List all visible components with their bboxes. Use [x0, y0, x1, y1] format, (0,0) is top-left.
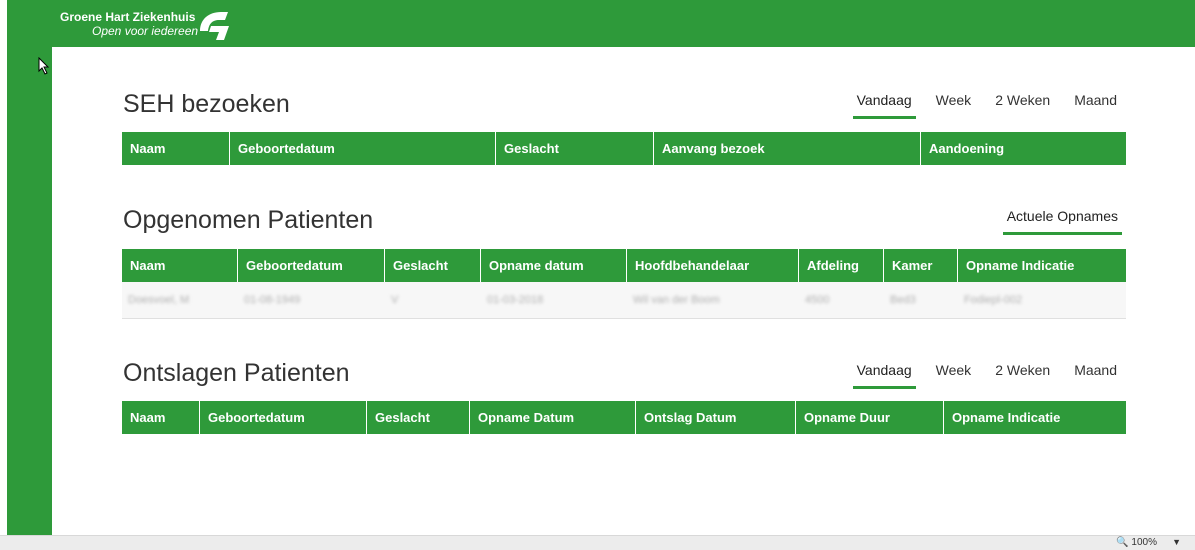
opgenomen-col-geslacht[interactable]: Geslacht	[385, 249, 481, 282]
table-row[interactable]: Doesvoel, M 01-08-1949 V 01-03-2018 Wil …	[122, 282, 1126, 319]
ontslagen-col-ontslag-datum[interactable]: Ontslag Datum	[636, 401, 796, 434]
brand-tagline: Open voor iedereen	[92, 24, 199, 38]
opgenomen-col-hoofdbehandelaar[interactable]: Hoofdbehandelaar	[627, 249, 799, 282]
opgenomen-col-geboortedatum[interactable]: Geboortedatum	[238, 249, 385, 282]
ontslagen-tab-week[interactable]: Week	[932, 362, 976, 386]
cell-hoofdbehandelaar: Wil van der Boom	[633, 294, 720, 306]
seh-col-naam[interactable]: Naam	[122, 132, 230, 165]
ontslagen-col-opname-duur[interactable]: Opname Duur	[796, 401, 944, 434]
opgenomen-table: Naam Geboortedatum Geslacht Opname datum…	[122, 249, 1126, 319]
chevron-down-icon[interactable]: ▼	[1172, 537, 1181, 547]
seh-col-geboortedatum[interactable]: Geboortedatum	[230, 132, 496, 165]
seh-tab-vandaag[interactable]: Vandaag	[852, 92, 916, 119]
seh-table: Naam Geboortedatum Geslacht Aanvang bezo…	[122, 132, 1126, 165]
ontslagen-tabs: Vandaag Week 2 Weken Maand	[837, 362, 1117, 389]
opgenomen-title: Opgenomen Patienten	[123, 206, 374, 234]
browser-status-bar: 🔍 100% ▼	[0, 535, 1195, 550]
seh-tab-maand[interactable]: Maand	[1070, 92, 1117, 116]
brand-logo-text: Groene Hart Ziekenhuis Open voor iederee…	[60, 10, 199, 39]
seh-table-header: Naam Geboortedatum Geslacht Aanvang bezo…	[122, 132, 1126, 165]
ontslagen-table-header: Naam Geboortedatum Geslacht Opname Datum…	[122, 401, 1126, 434]
cell-afdeling: 4500	[805, 294, 830, 306]
zoom-icon: 🔍	[1116, 537, 1129, 548]
left-side-bar	[7, 47, 52, 535]
zoom-level[interactable]: 🔍 100%	[1116, 537, 1157, 548]
ontslagen-col-opname-indicatie[interactable]: Opname Indicatie	[944, 401, 1126, 434]
ontslagen-title: Ontslagen Patienten	[123, 359, 350, 387]
opgenomen-col-afdeling[interactable]: Afdeling	[799, 249, 884, 282]
ontslagen-col-naam[interactable]: Naam	[122, 401, 200, 434]
opgenomen-col-opname-indicatie[interactable]: Opname Indicatie	[958, 249, 1126, 282]
seh-tab-week[interactable]: Week	[932, 92, 976, 116]
opgenomen-col-kamer[interactable]: Kamer	[884, 249, 958, 282]
opgenomen-table-header: Naam Geboortedatum Geslacht Opname datum…	[122, 249, 1126, 282]
cell-naam: Doesvoel, M	[128, 294, 190, 306]
mouse-cursor-icon	[38, 57, 50, 75]
ontslagen-table: Naam Geboortedatum Geslacht Opname Datum…	[122, 401, 1126, 434]
seh-tabs: Vandaag Week 2 Weken Maand	[837, 92, 1117, 119]
cell-opname-indicatie: Fodiepl-002	[964, 294, 1023, 306]
ontslagen-col-opname-datum[interactable]: Opname Datum	[470, 401, 636, 434]
ontslagen-tab-vandaag[interactable]: Vandaag	[852, 362, 916, 389]
opgenomen-tabs: Actuele Opnames	[987, 208, 1122, 235]
cell-kamer: Bed3	[890, 294, 916, 306]
seh-col-geslacht[interactable]: Geslacht	[496, 132, 654, 165]
cell-geslacht: V	[391, 294, 399, 306]
seh-col-aanvang-bezoek[interactable]: Aanvang bezoek	[654, 132, 921, 165]
opgenomen-col-opname-datum[interactable]: Opname datum	[481, 249, 627, 282]
brand-name: Groene Hart Ziekenhuis	[60, 10, 196, 24]
ontslagen-tab-2-weken[interactable]: 2 Weken	[991, 362, 1054, 386]
cell-geboortedatum: 01-08-1949	[244, 294, 301, 306]
ontslagen-tab-maand[interactable]: Maand	[1070, 362, 1117, 386]
brand-logo-icon	[200, 12, 229, 40]
zoom-value: 100%	[1131, 537, 1157, 548]
ontslagen-col-geboortedatum[interactable]: Geboortedatum	[200, 401, 367, 434]
seh-col-aandoening[interactable]: Aandoening	[921, 132, 1126, 165]
ontslagen-col-geslacht[interactable]: Geslacht	[367, 401, 470, 434]
cell-opname-datum: 01-03-2018	[487, 294, 544, 306]
opgenomen-tab-actuele-opnames[interactable]: Actuele Opnames	[1002, 208, 1122, 235]
opgenomen-col-naam[interactable]: Naam	[122, 249, 238, 282]
seh-tab-2-weken[interactable]: 2 Weken	[991, 92, 1054, 116]
seh-title: SEH bezoeken	[123, 90, 290, 118]
